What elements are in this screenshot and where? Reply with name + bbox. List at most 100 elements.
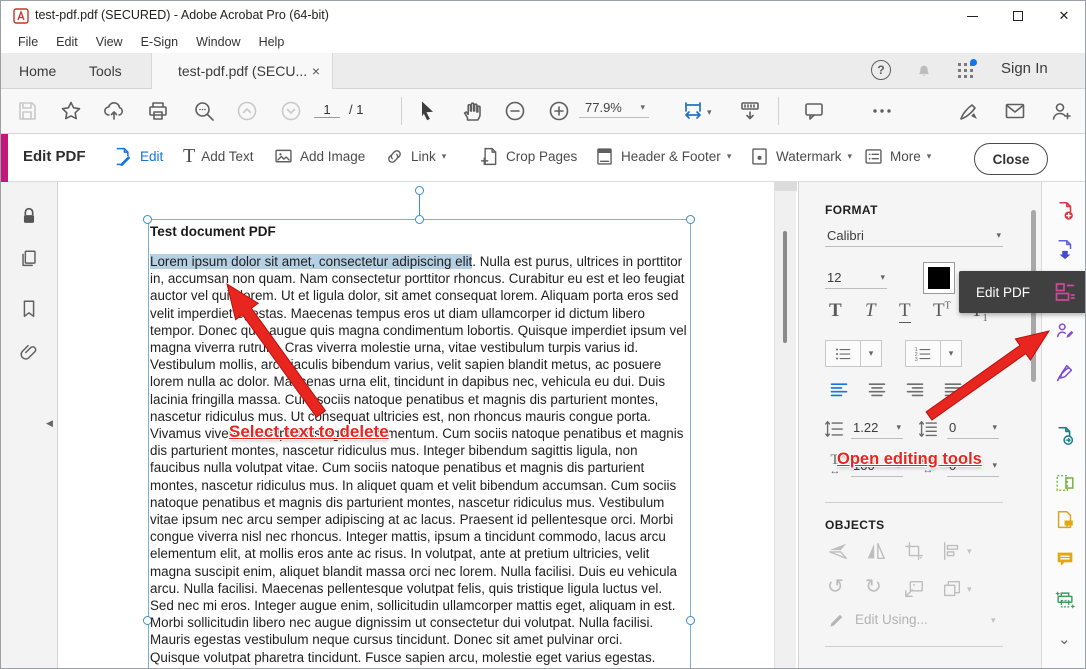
bold-icon[interactable]: T (829, 300, 842, 322)
fit-width-icon[interactable] (681, 99, 705, 123)
maximize-button[interactable] (995, 1, 1041, 31)
close-edit-button[interactable]: Close (974, 143, 1048, 175)
paragraph-spacing-dropdown[interactable]: 0 ▾ (947, 420, 999, 439)
rail-expand-chevron-icon[interactable]: ⌄ (1058, 630, 1071, 648)
account-add-icon[interactable] (1049, 99, 1073, 123)
comment-icon[interactable] (802, 99, 826, 123)
share-cloud-icon[interactable] (102, 99, 126, 123)
document-comment-icon[interactable] (1054, 509, 1076, 531)
superscript-icon[interactable]: TT (933, 300, 951, 322)
tab-document[interactable]: test-pdf.pdf (SECU... × (151, 53, 333, 89)
zoom-out-icon[interactable] (503, 99, 527, 123)
resize-handle-top-center[interactable] (415, 215, 424, 224)
sign-pen-icon[interactable] (957, 99, 981, 123)
print-icon[interactable] (146, 99, 170, 123)
security-lock-icon[interactable] (18, 205, 40, 227)
edit-using-label[interactable]: Edit Using... (855, 612, 928, 627)
edit-pdf-tool-icon[interactable] (1053, 280, 1077, 304)
italic-icon[interactable]: T (865, 300, 876, 322)
crop-object-icon[interactable] (903, 540, 925, 562)
email-icon[interactable] (1003, 99, 1027, 123)
scrollbar-up-button[interactable] (775, 182, 797, 191)
page-display-icon[interactable] (738, 99, 762, 123)
star-icon[interactable] (59, 99, 83, 123)
rotate-ccw-icon[interactable]: ↺ (827, 574, 844, 599)
link-button[interactable]: Link ▾ (384, 146, 446, 167)
page-number-input[interactable]: 1 (314, 102, 340, 118)
zoom-in-icon[interactable] (547, 99, 571, 123)
add-text-button[interactable]: T Add Text (183, 146, 254, 167)
page-thumbnails-icon[interactable] (18, 248, 40, 270)
flip-horizontal-icon[interactable] (865, 540, 887, 562)
resize-handle-top-left[interactable] (143, 215, 152, 224)
menu-esign[interactable]: E-Sign (132, 35, 188, 49)
attachments-paperclip-icon[interactable] (18, 342, 40, 364)
close-window-button[interactable]: ✕ (1041, 1, 1086, 31)
highlighted-text[interactable]: Lorem ipsum dolor sit amet, consectetur … (150, 254, 472, 269)
more-tools-icon[interactable] (870, 99, 894, 123)
rotation-handle[interactable] (415, 186, 424, 195)
menu-help[interactable]: Help (250, 35, 294, 49)
select-tool-icon[interactable] (414, 99, 438, 123)
font-family-dropdown[interactable]: Calibri ▾ (825, 228, 1003, 247)
bullet-list-caret[interactable]: ▾ (860, 340, 882, 367)
rotate-cw-icon[interactable]: ↻ (865, 574, 882, 599)
help-icon[interactable]: ? (871, 60, 891, 80)
chevron-down-icon[interactable]: ▾ (991, 615, 996, 626)
numbered-list-caret[interactable]: ▾ (940, 340, 962, 367)
more-button[interactable]: More ▾ (863, 146, 931, 167)
fit-width-caret-icon[interactable]: ▾ (707, 107, 712, 118)
menu-window[interactable]: Window (187, 35, 249, 49)
tab-close-icon[interactable]: × (312, 63, 320, 79)
chevron-down-icon[interactable]: ▾ (967, 546, 972, 557)
hand-tool-icon[interactable] (459, 99, 483, 123)
arrange-objects-icon[interactable] (941, 578, 963, 600)
menu-edit[interactable]: Edit (47, 35, 87, 49)
organize-pages-icon[interactable] (1054, 472, 1076, 494)
minimize-button[interactable] (949, 1, 995, 31)
chevron-down-icon[interactable]: ▾ (967, 584, 972, 595)
tab-home[interactable]: Home (19, 53, 56, 89)
comment-bubble-icon[interactable] (1054, 548, 1076, 570)
document-scrollbar[interactable] (774, 182, 796, 669)
bullet-list-button[interactable] (825, 340, 861, 367)
export-pdf-icon[interactable] (1054, 238, 1076, 260)
underline-icon[interactable]: T (899, 300, 911, 323)
edit-pdf-tooltip[interactable]: Edit PDF (959, 271, 1086, 313)
horizontal-scale-dropdown[interactable]: 100 ▾ (851, 458, 903, 477)
align-justify-icon[interactable] (943, 380, 963, 400)
character-spacing-dropdown[interactable]: 0 ▾ (947, 458, 999, 477)
scrollbar-thumb[interactable] (783, 231, 787, 343)
watermark-button[interactable]: Watermark ▾ (749, 146, 852, 167)
next-page-icon[interactable] (279, 99, 303, 123)
print-production-icon[interactable] (1054, 589, 1076, 611)
previous-page-icon[interactable] (235, 99, 259, 123)
align-right-icon[interactable] (905, 380, 925, 400)
request-esignatures-icon[interactable] (1054, 320, 1076, 342)
numbered-list-button[interactable]: 123 (905, 340, 941, 367)
zoom-level-dropdown[interactable]: 77.9% ▾ (579, 100, 649, 118)
notifications-bell-icon[interactable] (914, 60, 934, 80)
edit-tool-button[interactable]: Edit (113, 146, 163, 167)
replace-image-icon[interactable] (903, 578, 925, 600)
share-pdf-icon[interactable] (1054, 425, 1076, 447)
resize-handle-top-right[interactable] (686, 215, 695, 224)
font-color-swatch[interactable] (923, 262, 955, 294)
bookmarks-icon[interactable] (18, 298, 40, 320)
collapse-panel-icon[interactable]: ◀ (46, 418, 53, 429)
tab-tools[interactable]: Tools (89, 53, 122, 89)
menu-view[interactable]: View (87, 35, 132, 49)
align-left-icon[interactable] (829, 380, 849, 400)
line-spacing-dropdown[interactable]: 1.22 ▾ (851, 420, 903, 439)
sign-in-button[interactable]: Sign In (1001, 60, 1048, 77)
flip-vertical-icon[interactable] (827, 540, 849, 562)
crop-pages-button[interactable]: Crop Pages (479, 146, 577, 167)
save-icon[interactable] (15, 99, 39, 123)
create-pdf-icon[interactable] (1054, 200, 1076, 222)
header-footer-button[interactable]: Header & Footer ▾ (594, 146, 731, 167)
add-image-button[interactable]: Add Image (273, 146, 365, 167)
font-size-dropdown[interactable]: 12 ▾ (825, 270, 887, 289)
search-icon[interactable] (192, 99, 216, 123)
menu-file[interactable]: File (9, 35, 47, 49)
align-objects-icon[interactable] (941, 540, 963, 562)
